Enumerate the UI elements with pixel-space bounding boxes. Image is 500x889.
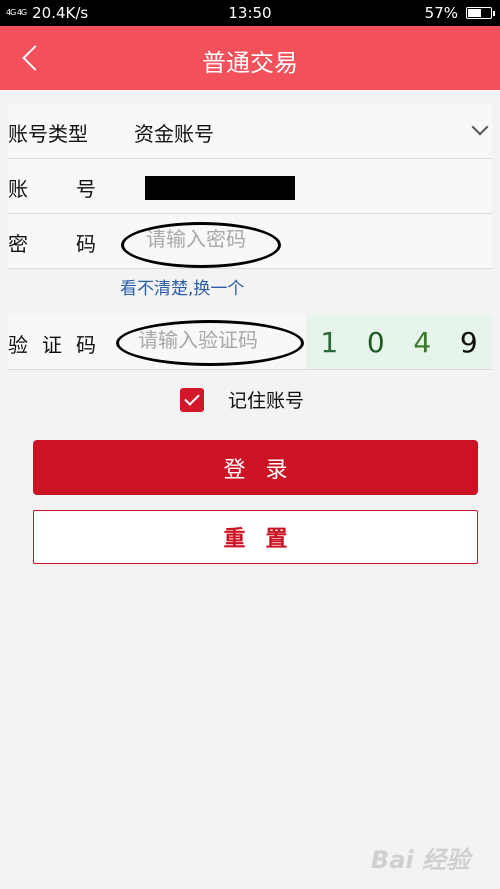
reset-button[interactable]: 重置: [33, 510, 478, 564]
password-label: 密码: [8, 232, 96, 256]
login-button[interactable]: 登录: [33, 440, 478, 495]
account-type-label: 账号类型: [8, 122, 88, 146]
remember-checkbox[interactable]: [180, 387, 204, 412]
captcha-digit: 0: [366, 325, 385, 359]
app-header: 普通交易: [0, 26, 500, 90]
status-bar: 4G 4G 20.4K/s 13:50 57%: [0, 0, 500, 26]
highlight-ellipse: [121, 222, 281, 268]
captcha-digit: 1: [320, 325, 339, 359]
chevron-down-icon[interactable]: [471, 118, 489, 136]
captcha-image[interactable]: 1 0 4 9: [306, 315, 492, 369]
captcha-label: 验证码: [8, 333, 96, 357]
remember-account[interactable]: 记住账号: [180, 386, 304, 413]
refresh-captcha-link[interactable]: 看不清楚,换一个: [120, 274, 244, 299]
page-title: 普通交易: [202, 49, 298, 77]
highlight-ellipse: [116, 320, 304, 366]
account-type-row[interactable]: 账号类型 资金账号: [8, 104, 492, 159]
remember-label: 记住账号: [228, 390, 305, 412]
redaction-box: [145, 176, 295, 200]
watermark-logo: Bai 经验: [370, 846, 470, 874]
captcha-digit: 9: [459, 325, 478, 359]
battery-percent: 57%: [424, 4, 458, 22]
account-type-select[interactable]: 资金账号: [134, 118, 214, 147]
captcha-digit: 4: [413, 325, 432, 359]
account-label: 账号: [8, 177, 96, 201]
battery-icon: [466, 7, 495, 19]
